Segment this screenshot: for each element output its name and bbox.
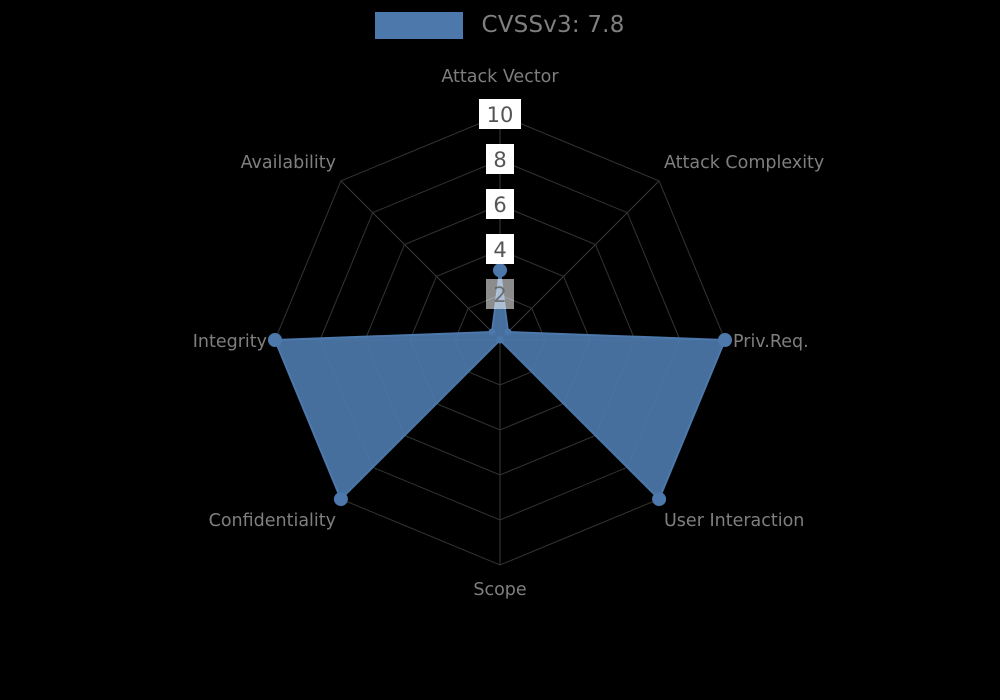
data-point-integrity	[268, 333, 282, 347]
axis-label-confidentiality: Confidentiality	[209, 511, 336, 531]
radial-tick-2-label: 2	[493, 283, 506, 307]
radial-tick-8: 8	[486, 144, 514, 174]
radial-tick-10-label: 10	[487, 103, 514, 127]
data-point-confidentiality	[333, 492, 348, 507]
data-point-attack-vector	[493, 263, 507, 278]
axis-label-integrity: Integrity	[193, 332, 267, 352]
radial-tick-4-label: 4	[493, 238, 506, 262]
data-point-availability	[488, 328, 496, 336]
radar-chart: 10 8 6 4 2 Attack Vector Attack Complexi…	[193, 67, 825, 600]
radial-tick-8-label: 8	[493, 148, 506, 172]
data-point-attack-complexity	[504, 328, 512, 336]
axis-label-priv-req: Priv.Req.	[733, 332, 809, 352]
radial-tick-4: 4	[486, 234, 514, 264]
radial-tick-6: 6	[486, 189, 514, 219]
data-point-user-interaction	[652, 492, 667, 507]
radial-tick-10: 10	[479, 99, 521, 129]
chart-figure: CVSSv3: 7.8 10 8 6 4 2 Attack Vector Att…	[0, 0, 1000, 700]
axis-label-attack-vector: Attack Vector	[441, 67, 559, 87]
axis-label-scope: Scope	[473, 580, 526, 600]
axis-label-user-interaction: User Interaction	[664, 511, 804, 531]
axis-label-availability: Availability	[241, 153, 336, 173]
radial-tick-6-label: 6	[493, 193, 506, 217]
radial-tick-2: 2	[486, 279, 514, 309]
axis-label-attack-complexity: Attack Complexity	[664, 153, 824, 173]
data-point-priv-req	[718, 333, 732, 347]
data-point-scope	[496, 336, 504, 344]
